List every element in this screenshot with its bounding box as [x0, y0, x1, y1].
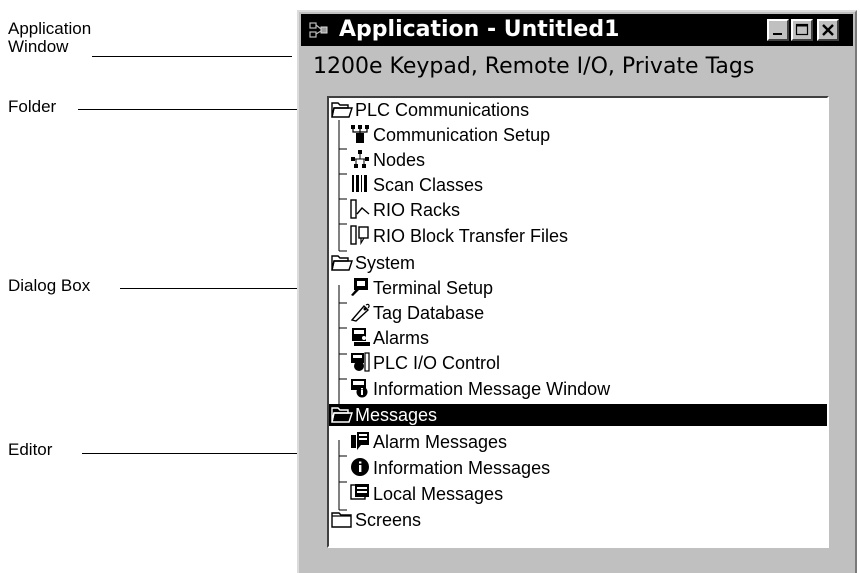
- rack-icon: [349, 199, 371, 219]
- tree-item-information-message-window[interactable]: Information Message Window: [349, 377, 610, 402]
- tree-item-information-messages[interactable]: Information Messages: [349, 456, 550, 481]
- tree-item-label: Information Messages: [373, 458, 551, 478]
- tree-item-label: Communication Setup: [373, 125, 551, 145]
- tree-folder-messages[interactable]: Messages: [329, 404, 827, 426]
- minimize-icon: [773, 33, 782, 35]
- local-message-icon: [349, 483, 371, 503]
- maximize-button[interactable]: [791, 19, 813, 41]
- callout-application-window-label: Application Window: [8, 19, 92, 56]
- callout-folder: Folder: [8, 97, 57, 116]
- nodes-icon: [349, 149, 371, 169]
- tree-item-label: Alarms: [373, 328, 430, 348]
- application-icon[interactable]: [309, 20, 331, 40]
- tree-item-nodes[interactable]: Nodes: [349, 148, 425, 173]
- tree-item-alarm-messages[interactable]: Alarm Messages: [349, 430, 507, 455]
- info-window-icon: [349, 378, 371, 398]
- tree-folder-system[interactable]: System: [331, 251, 415, 276]
- alarm-icon: [349, 327, 371, 347]
- tree-item-rio-block-transfer-files[interactable]: RIO Block Transfer Files: [349, 224, 568, 249]
- tree-item-communication-setup[interactable]: Communication Setup: [349, 123, 550, 148]
- tree-item-label: Local Messages: [373, 484, 504, 504]
- title-bar[interactable]: Application - Untitled1: [301, 14, 853, 46]
- tree-item-label: Tag Database: [373, 303, 485, 323]
- tree-item-scan-classes[interactable]: Scan Classes: [349, 173, 483, 198]
- maximize-icon: [795, 23, 809, 36]
- application-window: Application - Untitled1 1200e Keypad, Re…: [297, 10, 857, 573]
- callout-line-folder: [78, 109, 330, 110]
- tree-item-label: Scan Classes: [373, 175, 484, 195]
- terminal-icon: [349, 277, 371, 297]
- tree-item-label: Terminal Setup: [373, 278, 494, 298]
- tree-item-terminal-setup[interactable]: Terminal Setup: [349, 276, 493, 301]
- tree-item-label: Alarm Messages: [373, 432, 508, 452]
- tree-folder-screens[interactable]: Screens: [331, 508, 421, 533]
- block-transfer-icon: [349, 225, 371, 246]
- tree-item-alarms[interactable]: Alarms: [349, 326, 429, 351]
- callout-dialog-box: Dialog Box: [8, 276, 91, 295]
- barcode-icon: [349, 174, 371, 194]
- project-tree[interactable]: PLC Communications Communication Setup N…: [327, 96, 829, 548]
- open-folder-icon: [331, 252, 353, 272]
- tree-item-label: Nodes: [373, 150, 426, 170]
- alarm-message-icon: [349, 431, 371, 451]
- tree-item-plc-io-control[interactable]: PLC I/O Control: [349, 351, 500, 376]
- tree-folder-plc-communications[interactable]: PLC Communications: [331, 98, 529, 123]
- network-setup-icon: [349, 124, 371, 144]
- minimize-button[interactable]: [767, 19, 789, 41]
- tree-item-rio-racks[interactable]: RIO Racks: [349, 198, 460, 223]
- closed-folder-icon: [331, 509, 353, 529]
- tag-database-icon: [349, 302, 371, 322]
- open-folder-icon: [331, 99, 353, 119]
- callout-editor: Editor: [8, 440, 53, 459]
- tree-item-label: Information Message Window: [373, 379, 611, 399]
- tree-folder-label: Screens: [355, 510, 422, 530]
- window-title: Application - Untitled1: [339, 17, 620, 42]
- callout-application-window: Application Window: [8, 20, 138, 56]
- tree-folder-label: PLC Communications: [355, 100, 530, 120]
- tree-item-tag-database[interactable]: Tag Database: [349, 301, 484, 326]
- close-icon: [822, 24, 834, 36]
- tree-folder-label: Messages: [355, 405, 438, 425]
- tree-item-label: RIO Block Transfer Files: [373, 226, 569, 246]
- close-button[interactable]: [817, 19, 839, 41]
- tree-item-local-messages[interactable]: Local Messages: [349, 482, 503, 507]
- open-folder-icon: [331, 404, 353, 424]
- tree-item-label: RIO Racks: [373, 200, 461, 220]
- tree-folder-label: System: [355, 253, 416, 273]
- tree-item-label: PLC I/O Control: [373, 353, 501, 373]
- info-message-icon: [349, 457, 371, 477]
- io-control-icon: [349, 352, 371, 372]
- application-subtitle: 1200e Keypad, Remote I/O, Private Tags: [313, 54, 755, 79]
- callout-line-application-window: [92, 56, 292, 57]
